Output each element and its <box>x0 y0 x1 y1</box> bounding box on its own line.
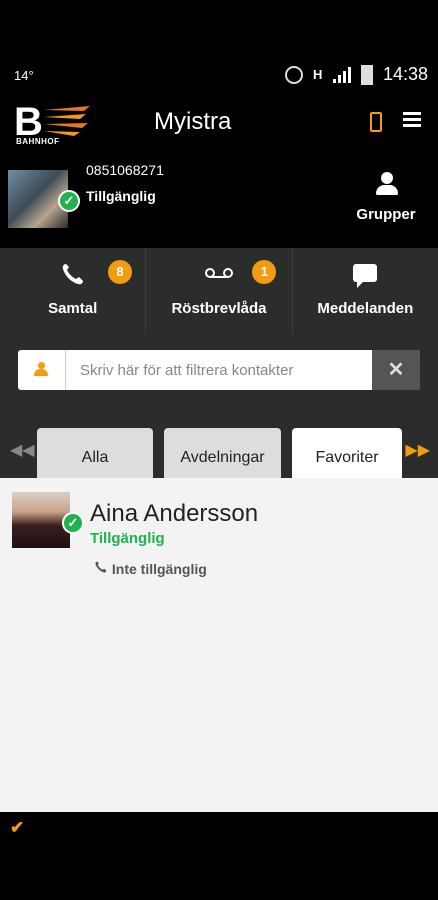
nav-messages-label: Meddelanden <box>317 300 414 317</box>
voicemail-icon <box>204 268 233 280</box>
clear-filter-button[interactable]: ✕ <box>372 350 420 390</box>
available-check-icon: ✓ <box>58 190 80 212</box>
message-icon <box>353 264 378 288</box>
nav-row: 8 Samtal 1 Röstbrevlåda Meddelanden <box>0 248 438 334</box>
contact-phone-status: Inte tillgänglig <box>94 560 207 577</box>
app-title: Myistra <box>154 108 232 135</box>
contact-status: Tillgänglig <box>90 530 165 547</box>
my-status[interactable]: Tillgänglig <box>86 188 156 204</box>
voicemail-badge: 1 <box>252 260 277 284</box>
check-icon[interactable]: ✔ <box>10 818 24 838</box>
calls-badge: 8 <box>108 260 132 284</box>
tab-favoriter[interactable]: Favoriter <box>292 428 402 478</box>
tab-avdelningar[interactable]: Avdelningar <box>164 428 281 478</box>
filter-bar: ✕ <box>0 334 438 426</box>
temperature-indicator: 14° <box>14 68 34 83</box>
tabs-prev-icon[interactable]: ◀◀ <box>10 440 35 460</box>
phone-handset-icon <box>60 262 86 286</box>
battery-icon <box>360 64 373 85</box>
tab-bar: ◀◀ Alla Avdelningar Favoriter ▶▶ <box>0 426 438 478</box>
phone-handset-icon <box>94 560 108 577</box>
nav-calls[interactable]: 8 Samtal <box>0 248 145 334</box>
nav-calls-label: Samtal <box>48 300 98 317</box>
nav-messages[interactable]: Meddelanden <box>291 248 438 334</box>
clock: 14:38 <box>382 64 428 84</box>
contact-name: Aina Andersson <box>90 500 259 527</box>
app-header: B BAHNHOF Myistra <box>0 94 438 156</box>
network-type-indicator: H <box>312 66 323 82</box>
logo-letter: B <box>14 100 43 144</box>
available-check-icon: ✓ <box>62 512 84 534</box>
nav-voicemail[interactable]: 1 Röstbrevlåda <box>145 248 291 334</box>
list-item[interactable]: ✓ Aina Andersson Tillgänglig Inte tillgä… <box>0 478 438 588</box>
logo-stripes-icon <box>44 106 90 136</box>
my-profile: ✓ 0851068271 Tillgänglig Grupper <box>0 156 438 248</box>
tab-alla[interactable]: Alla <box>37 428 153 478</box>
signal-icon <box>332 66 351 83</box>
contact-filter-icon[interactable] <box>18 350 66 390</box>
phone-icon[interactable] <box>370 112 382 132</box>
my-phone-number: 0851068271 <box>86 162 164 178</box>
nav-voicemail-label: Röstbrevlåda <box>171 300 267 317</box>
alarm-icon <box>284 65 303 84</box>
contact-list: ✓ Aina Andersson Tillgänglig Inte tillgä… <box>0 478 438 812</box>
tabs-next-icon[interactable]: ▶▶ <box>405 440 430 460</box>
status-icons: H 14:38 <box>284 64 428 85</box>
groups-button[interactable]: Grupper <box>348 170 424 223</box>
bahnhof-logo: B BAHNHOF <box>14 102 90 148</box>
groups-icon <box>372 170 400 198</box>
status-bar: 14° H 14:38 <box>0 58 438 94</box>
bottom-bar: ✔ <box>0 812 438 900</box>
menu-icon[interactable] <box>403 112 421 128</box>
logo-wordmark: BAHNHOF <box>16 137 60 146</box>
contact-phone-status-label: Inte tillgänglig <box>111 561 207 577</box>
filter-box: ✕ <box>18 350 420 390</box>
filter-input[interactable] <box>66 350 372 390</box>
groups-label: Grupper <box>356 206 416 223</box>
app-screen: 14° H 14:38 B BAHNHOF Myistra ✓ 08510682… <box>0 0 438 900</box>
